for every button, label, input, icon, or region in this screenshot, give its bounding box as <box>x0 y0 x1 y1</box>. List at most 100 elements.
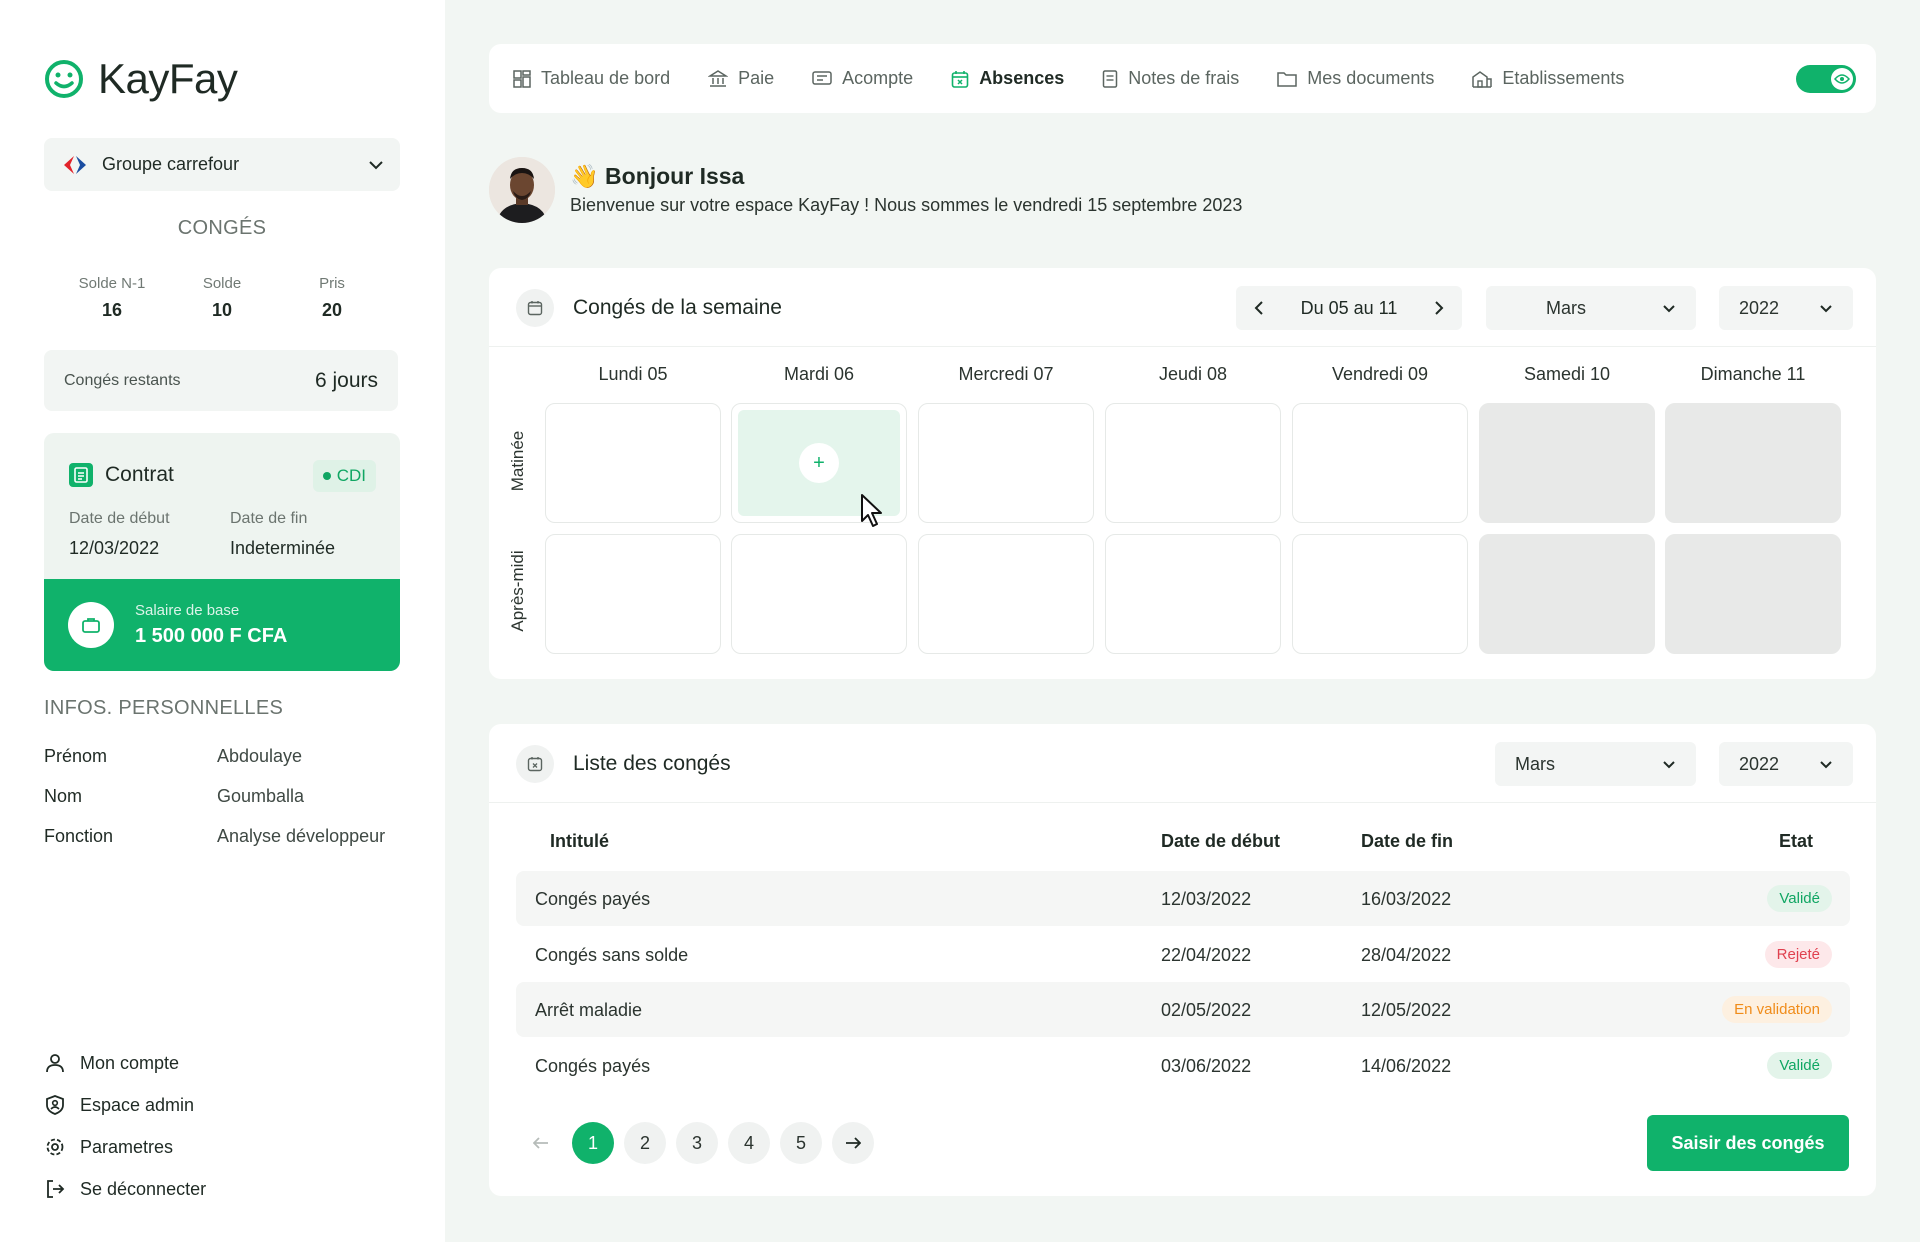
status-badge: Validé <box>1767 885 1832 912</box>
info-row-nom: Nom Goumballa <box>44 786 424 807</box>
menu-item-mon-compte[interactable]: Mon compte <box>44 1042 206 1084</box>
slot-friday-morning[interactable] <box>1292 403 1468 523</box>
nav-label: Acompte <box>842 68 914 88</box>
menu-item-parametres[interactable]: Parametres <box>44 1126 206 1168</box>
smiley-logo-icon <box>45 60 83 98</box>
info-key: Nom <box>44 786 83 806</box>
nav-label: Absences <box>979 68 1065 88</box>
nav-acompte[interactable]: Acompte <box>812 68 913 89</box>
info-value: Abdoulaye <box>217 746 303 766</box>
slot-monday-morning[interactable] <box>545 403 721 523</box>
day-label: Vendredi 09 <box>1331 364 1429 384</box>
menu-label: Mon compte <box>80 1052 180 1073</box>
conges-remaining: Congés restants 6 jours <box>44 350 398 411</box>
cell-intitule: Arrêt maladie <box>535 1000 643 1020</box>
contract-start: Date de début 12/03/2022 <box>69 510 170 559</box>
day-label: Dimanche 11 <box>1700 364 1806 384</box>
menu-label: Se déconnecter <box>80 1178 207 1199</box>
page-button[interactable]: 1 <box>572 1122 614 1164</box>
slot-thursday-afternoon[interactable] <box>1105 534 1281 654</box>
arrow-right-icon <box>846 1137 861 1149</box>
visibility-toggle[interactable] <box>1796 65 1856 93</box>
slot-thursday-morning[interactable] <box>1105 403 1281 523</box>
cell-intitule: Congés payés <box>535 1056 651 1076</box>
salary-label: Salaire de base <box>135 602 240 619</box>
stat-value: 16 <box>101 300 123 320</box>
list-card-header: Liste des congés Mars 2022 <box>489 724 1876 803</box>
nav-tableau-de-bord[interactable]: Tableau de bord <box>513 68 670 89</box>
menu-item-espace-admin[interactable]: Espace admin <box>44 1084 206 1126</box>
slot-friday-afternoon[interactable] <box>1292 534 1468 654</box>
selected-year: 2022 <box>1739 297 1780 318</box>
menu-label: Espace admin <box>80 1094 195 1115</box>
chevron-left-icon[interactable] <box>1254 300 1264 316</box>
list-year-select[interactable]: 2022 <box>1719 742 1853 786</box>
page-button[interactable]: 5 <box>780 1122 822 1164</box>
selected-year: 2022 <box>1739 753 1780 774</box>
top-nav: Tableau de bord Paie Acompte Absences No… <box>489 44 1876 113</box>
table-row[interactable]: Congés payés 03/06/2022 14/06/2022 Valid… <box>516 1038 1850 1093</box>
menu-label: Parametres <box>80 1136 174 1157</box>
calendar-x-icon <box>951 70 969 88</box>
chevron-down-icon <box>369 160 383 169</box>
nav-absences[interactable]: Absences <box>951 68 1064 89</box>
company-select[interactable]: Groupe carrefour <box>44 138 400 191</box>
info-value: Goumballa <box>217 786 305 806</box>
folder-icon <box>1277 71 1298 87</box>
next-page-button[interactable] <box>832 1122 874 1164</box>
shield-user-icon <box>46 1095 64 1115</box>
nav-mes-documents[interactable]: Mes documents <box>1277 68 1434 89</box>
page-button[interactable]: 3 <box>676 1122 718 1164</box>
contract-type: CDI <box>336 466 366 485</box>
contract-end: Date de fin Indeterminée <box>230 510 335 559</box>
page-button[interactable]: 2 <box>624 1122 666 1164</box>
infos-section-title: INFOS. PERSONNELLES <box>44 697 284 719</box>
greeting-text: Bonjour Issa <box>605 163 745 189</box>
nav-label: Mes documents <box>1307 68 1435 88</box>
week-year-select[interactable]: 2022 <box>1719 286 1853 330</box>
status-badge: Validé <box>1767 1052 1832 1079</box>
table-row[interactable]: Arrêt maladie 02/05/2022 12/05/2022 En v… <box>516 982 1850 1037</box>
nav-notes-de-frais[interactable]: Notes de frais <box>1102 68 1239 89</box>
page-button[interactable]: 4 <box>728 1122 770 1164</box>
nav-etablissements[interactable]: Etablissements <box>1472 68 1624 89</box>
add-leave-button[interactable]: + <box>799 443 839 483</box>
chevron-right-icon[interactable] <box>1434 300 1444 316</box>
list-month-select[interactable]: Mars <box>1495 742 1696 786</box>
cell-date-fin: 14/06/2022 <box>1361 1056 1452 1076</box>
stat-pris: Pris 20 <box>284 275 380 321</box>
plus-icon: + <box>813 451 825 474</box>
status-dot <box>322 472 331 480</box>
status-badge: Rejeté <box>1764 941 1832 968</box>
slot-saturday-morning <box>1479 403 1655 523</box>
prev-page-button[interactable] <box>520 1122 562 1164</box>
menu-item-logout[interactable]: Se déconnecter <box>44 1168 206 1210</box>
slot-wednesday-morning[interactable] <box>918 403 1094 523</box>
pagination: 1 2 3 4 5 <box>520 1122 874 1164</box>
table-row[interactable]: Congés payés 12/03/2022 16/03/2022 Valid… <box>516 871 1850 926</box>
app-logo[interactable]: KayFay <box>44 55 238 103</box>
week-range: Du 05 au 11 <box>1300 297 1398 318</box>
slot-tuesday-afternoon[interactable] <box>731 534 907 654</box>
stat-label: Solde <box>202 275 242 292</box>
mouse-cursor-icon <box>861 494 882 527</box>
start-label: Date de début <box>69 510 170 527</box>
table-row[interactable]: Congés sans solde 22/04/2022 28/04/2022 … <box>516 927 1850 982</box>
notes-icon <box>1102 69 1118 88</box>
nav-paie[interactable]: Paie <box>708 68 774 89</box>
col-header-date-fin: Date de fin <box>1361 831 1454 851</box>
cell-date-debut: 02/05/2022 <box>1161 1000 1252 1020</box>
contract-type-badge: CDI <box>312 460 376 492</box>
carrefour-logo-icon <box>64 155 86 174</box>
info-key: Fonction <box>44 826 114 846</box>
slot-wednesday-afternoon[interactable] <box>918 534 1094 654</box>
user-avatar[interactable] <box>489 157 555 223</box>
slot-monday-afternoon[interactable] <box>545 534 721 654</box>
chevron-down-icon <box>1663 304 1675 312</box>
cell-date-fin: 28/04/2022 <box>1361 945 1452 965</box>
submit-leave-button[interactable]: Saisir des congés <box>1647 1115 1849 1171</box>
slot-sunday-morning <box>1665 403 1841 523</box>
week-month-select[interactable]: Mars <box>1486 286 1696 330</box>
cell-date-debut: 22/04/2022 <box>1161 945 1252 965</box>
info-row-prenom: Prénom Abdoulaye <box>44 746 424 767</box>
